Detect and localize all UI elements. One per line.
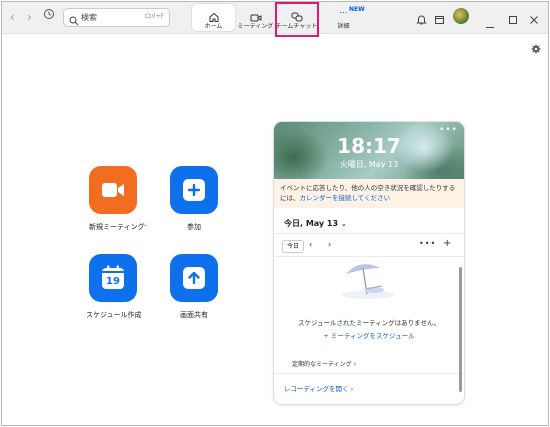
tab-meetings-label: ミーティング — [237, 23, 274, 30]
no-meetings-text: スケジュールされたミーティングはありません。 — [298, 319, 440, 327]
search-shortcut: Ctrl+F — [144, 13, 164, 20]
plus-icon: + — [323, 332, 331, 340]
share-screen-label: 画面共有 — [180, 311, 208, 319]
avatar[interactable] — [453, 8, 469, 24]
recurring-meetings-link[interactable]: 定期的なミーティング › — [292, 359, 356, 368]
more-dots-icon[interactable]: ••• — [419, 239, 436, 248]
close-icon[interactable] — [529, 10, 539, 29]
chevron-right-icon: › — [353, 361, 356, 368]
divider — [274, 373, 464, 374]
connect-calendar-link[interactable]: カレンダーを接続してください — [300, 194, 391, 202]
schedule-label: スケジュール作成 — [86, 311, 142, 319]
today-heading-label: 今日, May 13 — [284, 219, 339, 228]
calendar-day-number: 19 — [106, 276, 120, 287]
next-day-icon[interactable]: › — [328, 240, 331, 249]
history-icon[interactable] — [43, 8, 55, 23]
chevron-down-icon: ⌄ — [340, 220, 347, 228]
join-label: 参加 — [187, 223, 201, 231]
tab-home-label: ホーム — [204, 23, 223, 30]
minimize-icon[interactable] — [485, 14, 495, 33]
title-bar: ‹ › 検索 Ctrl+F ホーム ミーティング チームチャット … 詳細 NE… — [2, 2, 548, 37]
video-camera-icon — [101, 181, 125, 203]
calendar-notice: イベントに応答したり、他の人の空き状況を確認したりするには、カレンダーを接続して… — [274, 179, 464, 208]
new-meeting-label: 新規ミーティング — [89, 223, 145, 231]
tab-home[interactable]: ホーム — [192, 4, 235, 31]
bell-icon[interactable] — [416, 10, 427, 29]
divider — [274, 233, 464, 234]
tab-meetings[interactable]: ミーティング — [234, 4, 277, 31]
schedule-button[interactable]: 19 — [89, 254, 137, 302]
clock-time: 18:17 — [337, 134, 401, 158]
more-options-icon[interactable]: ••• — [439, 125, 458, 135]
add-icon[interactable]: + — [443, 238, 451, 249]
today-heading[interactable]: 今日, May 13 ⌄ — [284, 218, 347, 229]
share-up-arrow-icon — [182, 266, 206, 294]
prev-day-icon[interactable]: ‹ — [309, 240, 312, 249]
recurring-meetings-label: 定期的なミーティング — [292, 361, 352, 368]
today-button[interactable]: 今日 — [282, 240, 304, 253]
open-recordings-label: レコーディングを開く — [284, 385, 349, 393]
schedule-meeting-link[interactable]: + ミーティングをスケジュール — [274, 330, 464, 340]
zoom-window: ‹ › 検索 Ctrl+F ホーム ミーティング チームチャット … 詳細 NE… — [1, 1, 549, 426]
more-dots-icon: … — [339, 6, 348, 15]
chevron-right-icon: › — [350, 385, 354, 393]
maximize-icon[interactable] — [508, 10, 518, 29]
schedule-meeting-label: ミーティングをスケジュール — [330, 332, 415, 340]
share-screen-button[interactable] — [170, 254, 218, 302]
clock-date: 火曜日, May 13 — [339, 160, 399, 169]
calendar-panel: 18:17 火曜日, May 13 ••• イベントに応答したり、他の人の空き状… — [273, 121, 465, 405]
tab-more-label: 詳細 — [337, 23, 350, 30]
open-recordings-link[interactable]: レコーディングを開く › — [284, 383, 353, 393]
plus-icon — [182, 178, 206, 206]
calendar-hero-image: 18:17 火曜日, May 13 ••• — [274, 122, 464, 179]
new-badge: NEW — [349, 6, 365, 13]
new-meeting-button[interactable] — [89, 166, 137, 214]
chevron-down-icon[interactable]: ⌄ — [143, 221, 148, 228]
search-input[interactable]: 検索 Ctrl+F — [63, 8, 170, 27]
whiteboard-icon[interactable] — [434, 10, 445, 29]
forward-icon[interactable]: › — [27, 10, 32, 24]
search-placeholder: 検索 — [81, 13, 97, 22]
team-chat-highlight-box — [275, 2, 319, 37]
back-icon[interactable]: ‹ — [10, 10, 15, 24]
scrollbar[interactable] — [459, 267, 462, 392]
search-icon — [69, 11, 79, 30]
join-button[interactable] — [170, 166, 218, 214]
beach-umbrella-illustration — [336, 256, 396, 305]
settings-gear-icon[interactable] — [531, 39, 541, 58]
